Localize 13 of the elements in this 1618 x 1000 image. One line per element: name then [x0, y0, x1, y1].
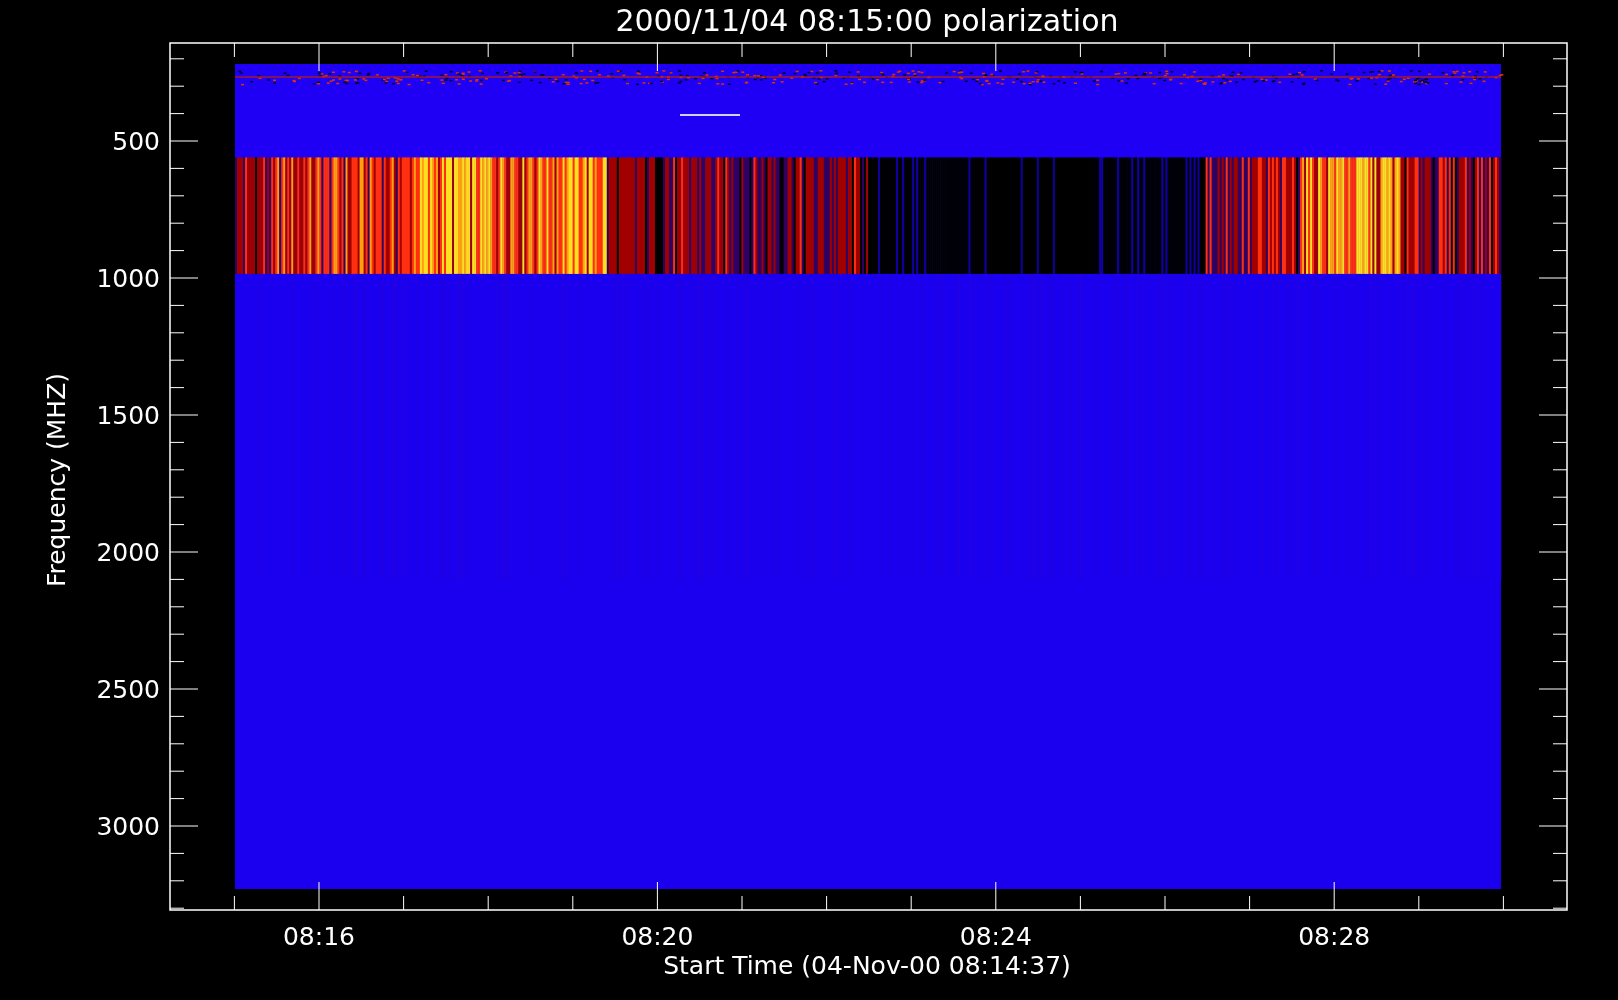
tick-label: 08:20 — [621, 922, 694, 951]
tick-label: 08:16 — [283, 922, 355, 951]
tick-label: 1500 — [96, 401, 160, 430]
tick-label: 2000 — [96, 538, 160, 567]
tick-label: 1000 — [96, 264, 160, 293]
chart-title: 2000/11/04 08:15:00 polarization — [615, 3, 1119, 38]
tick-label: 500 — [112, 127, 160, 156]
tick-label: 08:24 — [959, 922, 1032, 951]
tick-label: 3000 — [96, 812, 160, 841]
axis-label: Start Time (04-Nov-00 08:14:37) — [663, 951, 1071, 980]
tick-label: 2500 — [96, 675, 160, 704]
tick-label: 08:28 — [1298, 922, 1371, 951]
axis-label: Frequency (MHZ) — [42, 372, 71, 588]
